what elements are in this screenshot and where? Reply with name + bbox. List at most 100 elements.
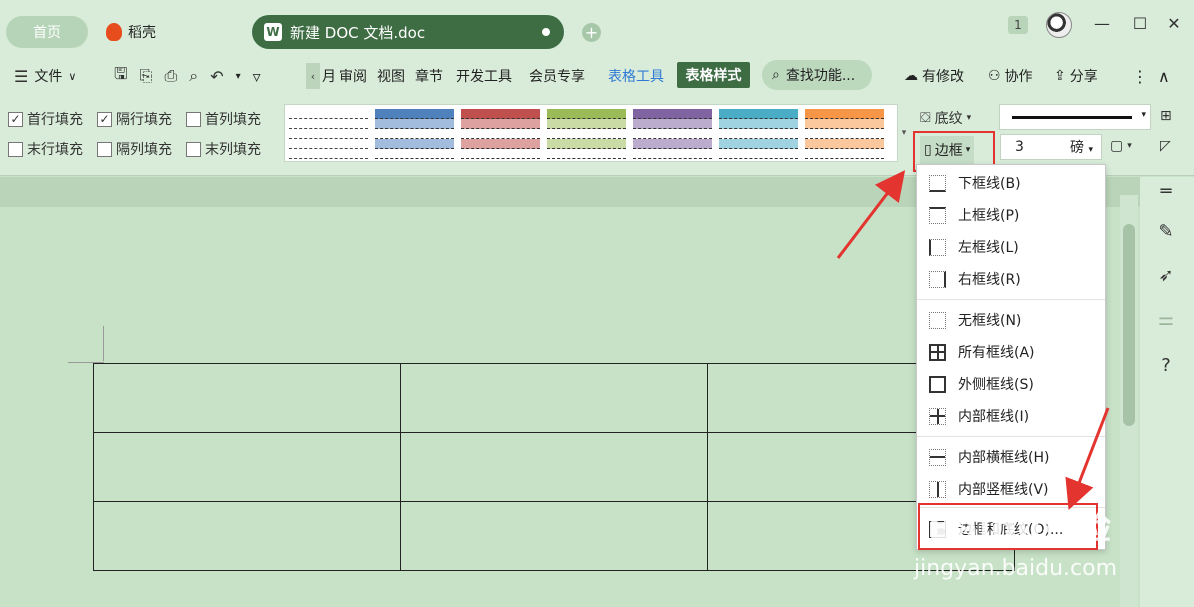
swatch-row (547, 149, 626, 159)
table-style-swatch[interactable] (633, 109, 712, 159)
checkbox-banded-rows[interactable]: ✓ 隔行填充 (97, 109, 172, 129)
table-style-swatch[interactable] (289, 109, 368, 159)
pen-icon[interactable]: ✎ (1154, 220, 1178, 244)
unsaved-dot-icon[interactable] (542, 28, 550, 36)
menu-item-top-border[interactable]: 上框线(P) (917, 199, 1105, 231)
table-grid-icon[interactable]: ⊞ (1160, 108, 1172, 124)
tab-view[interactable]: 视图 (377, 58, 405, 94)
customize-toolbar-icon[interactable]: ▿ (253, 67, 261, 86)
table-cell[interactable] (400, 501, 708, 571)
collab-button[interactable]: ⚇ 协作 (988, 58, 1033, 94)
help-icon[interactable]: ? (1154, 354, 1178, 378)
tab-chapter[interactable]: 章节 (415, 58, 443, 94)
tab-table-tools[interactable]: 表格工具 (608, 58, 664, 94)
table-cell[interactable] (93, 501, 401, 571)
table-style-swatch[interactable] (461, 109, 540, 159)
swatch-row (375, 129, 454, 139)
checkbox-banded-rows-box[interactable]: ✓ (97, 111, 112, 127)
new-tab-button[interactable]: + (582, 23, 601, 42)
line-style-select[interactable]: ▾ (999, 104, 1151, 130)
window-count-badge[interactable]: 1 (1008, 16, 1028, 34)
menu-item-outside-borders[interactable]: 外侧框线(S) (917, 368, 1105, 400)
checkbox-last-col-box[interactable] (186, 141, 201, 157)
menu-item-label: 左框线(L) (958, 240, 1019, 256)
avatar[interactable] (1046, 12, 1072, 38)
undo-dropdown-icon[interactable]: ▾ (236, 71, 241, 82)
all-borders-icon (929, 343, 946, 361)
tab-review[interactable]: 审阅 (339, 58, 367, 94)
swatch-row (633, 139, 712, 149)
swatch-row (547, 129, 626, 139)
swatch-row (461, 149, 540, 159)
menu-separator (917, 299, 1105, 300)
menu-item-all-borders[interactable]: 所有框线(A) (917, 336, 1105, 368)
save-icon[interactable]: 🖫 (114, 63, 128, 90)
checkbox-last-col[interactable]: 末列填充 (186, 139, 261, 159)
undo-icon[interactable]: ↶ (210, 67, 223, 86)
table-cell[interactable] (93, 432, 401, 502)
more-options-icon[interactable]: ⋮ (1132, 58, 1148, 94)
tab-review-partial[interactable]: 月 (322, 58, 336, 94)
tab-daoke[interactable]: 稻壳 (106, 16, 156, 48)
print-icon[interactable]: ⎙ (164, 66, 177, 86)
border-dropdown-menu: 下框线(B) 上框线(P) 左框线(L) 右框线(R) 无框线(N) 所有框线(… (916, 164, 1106, 550)
checkbox-last-row-box[interactable] (8, 141, 23, 157)
share-button[interactable]: ⇪ 分享 (1054, 58, 1098, 94)
tab-dev-tools[interactable]: 开发工具 (456, 58, 512, 94)
table-cell[interactable] (400, 432, 708, 502)
scroll-tabs-left-button[interactable]: ‹ (306, 63, 320, 89)
swatch-row (461, 109, 540, 119)
format-painter-icon[interactable]: ⎘ (140, 66, 153, 86)
swatch-row (547, 119, 626, 129)
checkbox-first-col-box[interactable] (186, 111, 201, 127)
menu-item-left-border[interactable]: 左框线(L) (917, 231, 1105, 263)
sidebar-handle-icon[interactable]: ═ (1154, 180, 1178, 204)
hamburger-icon: ☰ (14, 66, 29, 86)
menu-item-right-border[interactable]: 右框线(R) (917, 263, 1105, 295)
tab-home[interactable]: 首页 (6, 16, 88, 48)
border-color-button[interactable]: ▢ ▾ (1110, 138, 1132, 154)
table-style-swatch[interactable] (719, 109, 798, 159)
draw-diagonal-icon[interactable]: ◸ (1160, 138, 1171, 154)
table-style-swatch[interactable] (805, 109, 884, 159)
maximize-button[interactable]: ☐ (1128, 12, 1152, 36)
menu-item-label: 外侧框线(S) (958, 377, 1034, 393)
changes-button[interactable]: ☁ 有修改 (904, 58, 964, 94)
line-width-select[interactable]: 3 磅 ▾ (1000, 134, 1102, 160)
menu-item-inside-horizontal[interactable]: 内部横框线(H) (917, 441, 1105, 473)
swatch-row (289, 129, 368, 139)
table-style-swatch[interactable] (375, 109, 454, 159)
menu-item-inside-borders[interactable]: 内部框线(I) (917, 400, 1105, 432)
shading-button[interactable]: ⛋ 底纹 ▾ (920, 108, 971, 128)
checkbox-first-col[interactable]: 首列填充 (186, 109, 261, 129)
table-cell[interactable] (400, 363, 708, 433)
print-preview-icon[interactable]: ⌕ (189, 66, 198, 86)
checkbox-last-row[interactable]: 末行填充 (8, 139, 83, 159)
scrollbar-thumb[interactable] (1123, 224, 1135, 426)
checkbox-banded-cols-box[interactable] (97, 141, 112, 157)
checkbox-first-row[interactable]: ✓ 首行填充 (8, 109, 83, 129)
right-border-icon (929, 270, 946, 288)
menu-item-label: 内部框线(I) (958, 409, 1030, 425)
search-function-button[interactable]: ⌕ 查找功能... (762, 60, 872, 90)
table-cell[interactable] (93, 363, 401, 433)
checkbox-banded-cols[interactable]: 隔列填充 (97, 139, 172, 159)
menu-item-no-border[interactable]: 无框线(N) (917, 304, 1105, 336)
table-style-swatch[interactable] (547, 109, 626, 159)
cursor-pointer-icon[interactable]: ➶ (1154, 264, 1178, 288)
sliders-icon[interactable]: ⚌ (1154, 308, 1178, 332)
tab-member[interactable]: 会员专享 (529, 58, 585, 94)
menu-item-bottom-border[interactable]: 下框线(B) (917, 167, 1105, 199)
minimize-button[interactable]: — (1090, 12, 1114, 36)
close-button[interactable]: ✕ (1162, 12, 1186, 36)
swatch-row (719, 149, 798, 159)
tab-table-style[interactable]: 表格样式 (677, 62, 750, 88)
outside-borders-icon (929, 375, 946, 393)
checkbox-first-row-box[interactable]: ✓ (8, 111, 23, 127)
tab-document[interactable]: W 新建 DOC 文档.doc (252, 15, 564, 49)
collapse-ribbon-icon[interactable]: ∧ (1158, 58, 1170, 94)
document-table[interactable] (93, 363, 1015, 571)
file-menu[interactable]: ☰ 文件 ∨ (14, 58, 76, 94)
gallery-expand-icon[interactable]: ▾ (898, 104, 910, 162)
menu-item-label: 所有框线(A) (958, 345, 1035, 361)
